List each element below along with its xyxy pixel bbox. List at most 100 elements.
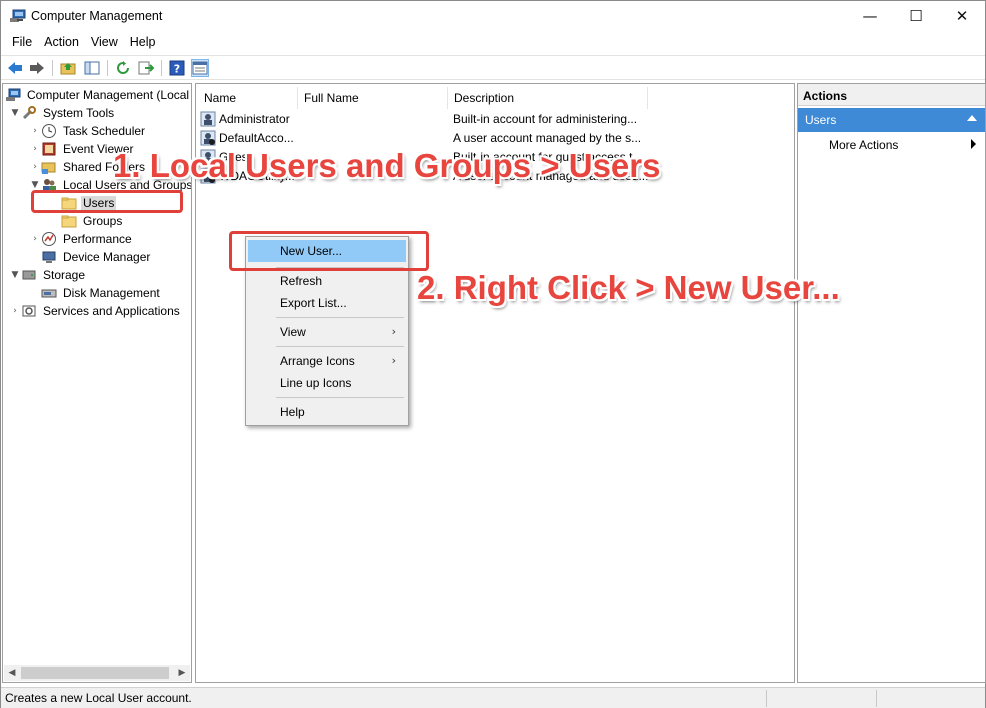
clock-icon	[41, 123, 57, 139]
menu-label: Line up Icons	[280, 376, 352, 390]
export-list-button[interactable]	[137, 59, 155, 77]
menu-label: Refresh	[280, 274, 323, 288]
tree-label: System Tools	[43, 106, 115, 120]
back-button[interactable]	[6, 59, 24, 77]
column-header-full-name[interactable]: Full Name	[298, 87, 448, 109]
show-hide-tree-button[interactable]	[83, 59, 101, 77]
computer-management-window: Computer Management — ☐ ✕ File Action Vi…	[0, 0, 986, 708]
tree-label: Groups	[83, 214, 123, 228]
close-icon: ✕	[955, 7, 969, 25]
tree-label: Performance	[63, 232, 132, 246]
tree-item-system-tools[interactable]: ▼ System Tools	[9, 104, 116, 122]
tree-item-performance[interactable]: › Performance	[29, 230, 134, 248]
tree-item-groups[interactable]: Groups	[61, 212, 124, 230]
tree-item-disk-management[interactable]: Disk Management	[41, 284, 162, 302]
tree-item-storage[interactable]: ▼ Storage	[9, 266, 87, 284]
back-icon	[8, 62, 22, 74]
scroll-right-icon[interactable]: ▶	[174, 665, 190, 681]
svg-text:?: ?	[174, 63, 180, 76]
performance-icon	[41, 231, 57, 247]
help-icon: ?	[169, 60, 185, 76]
user-name: Administrator	[219, 112, 290, 126]
menu-help[interactable]: Help	[124, 32, 162, 54]
menu-item-line-up-icons[interactable]: Line up Icons	[248, 372, 406, 394]
forward-button[interactable]	[28, 59, 46, 77]
refresh-icon	[117, 61, 129, 74]
minimize-button[interactable]: —	[847, 1, 893, 31]
scrollbar-thumb[interactable]	[21, 667, 169, 679]
column-header-description[interactable]: Description	[448, 87, 648, 109]
collapsed-arrow-icon[interactable]: ›	[29, 234, 41, 244]
maximize-icon: ☐	[909, 7, 923, 25]
tree-label: Services and Applications	[43, 304, 180, 318]
user-name: DefaultAcco...	[219, 131, 294, 145]
tree-item-task-scheduler[interactable]: › Task Scheduler	[29, 122, 147, 140]
user-icon	[200, 130, 216, 146]
refresh-button[interactable]	[114, 59, 132, 77]
menu-action[interactable]: Action	[38, 32, 85, 54]
expanded-arrow-icon[interactable]: ▼	[9, 108, 21, 118]
actions-pane: Actions Users More Actions	[797, 83, 986, 683]
menu-file[interactable]: File	[6, 32, 38, 54]
scroll-left-icon[interactable]: ◀	[4, 665, 20, 681]
forward-icon	[30, 62, 44, 74]
tree-label: Task Scheduler	[63, 124, 146, 138]
disk-icon	[41, 285, 57, 301]
shared-folder-icon	[41, 159, 57, 175]
up-folder-button[interactable]	[59, 59, 77, 77]
menu-label: View	[280, 325, 306, 339]
show-hide-tree-icon	[84, 61, 100, 75]
tree-label: Storage	[43, 268, 86, 282]
menu-bar: File Action View Help	[1, 32, 985, 54]
expanded-arrow-icon[interactable]: ▼	[29, 180, 41, 190]
title-bar: Computer Management — ☐ ✕	[1, 1, 985, 31]
services-icon	[21, 303, 37, 319]
annotation-box-users	[31, 190, 183, 213]
menu-label: Export List...	[280, 296, 347, 310]
menu-separator	[276, 346, 404, 347]
status-divider	[876, 690, 877, 707]
actions-section-users[interactable]: Users	[798, 108, 985, 132]
collapsed-arrow-icon[interactable]: ›	[29, 162, 41, 172]
menu-item-view[interactable]: View ›	[248, 321, 406, 343]
collapsed-arrow-icon[interactable]: ›	[29, 144, 41, 154]
collapsed-arrow-icon[interactable]: ›	[9, 306, 21, 316]
collapsed-arrow-icon[interactable]: ›	[29, 126, 41, 136]
close-button[interactable]: ✕	[939, 1, 985, 31]
menu-separator	[276, 317, 404, 318]
horizontal-scrollbar[interactable]: ◀ ▶	[4, 665, 190, 681]
expanded-arrow-icon[interactable]: ▼	[9, 270, 21, 280]
help-button[interactable]: ?	[168, 59, 186, 77]
actions-header: Actions	[798, 84, 985, 106]
device-manager-icon	[41, 249, 57, 265]
tree-item-computer-management[interactable]: Computer Management (Local	[5, 86, 191, 104]
minimize-icon: —	[862, 7, 878, 25]
computer-management-app-icon	[10, 9, 26, 22]
status-bar: Creates a new Local User account.	[1, 687, 985, 708]
menu-label: Help	[280, 405, 305, 419]
submenu-arrow-icon[interactable]	[971, 139, 976, 149]
list-item[interactable]: Administrator Built-in account for admin…	[196, 110, 794, 129]
tree-item-device-manager[interactable]: Device Manager	[41, 248, 152, 266]
properties-icon	[192, 61, 208, 75]
properties-button[interactable]	[191, 59, 209, 77]
menu-item-refresh[interactable]: Refresh	[248, 270, 406, 292]
folder-icon	[61, 213, 77, 229]
export-list-icon	[138, 61, 154, 75]
column-header-name[interactable]: Name	[198, 87, 298, 109]
tools-icon	[21, 105, 37, 121]
annotation-box-new-user	[229, 231, 429, 271]
more-actions-item[interactable]: More Actions	[829, 138, 898, 152]
menu-view[interactable]: View	[85, 32, 124, 54]
maximize-button[interactable]: ☐	[893, 1, 939, 31]
tree-label: Computer Management (Local	[27, 88, 190, 102]
submenu-arrow-icon: ›	[391, 354, 396, 367]
list-item[interactable]: DefaultAcco... A user account managed by…	[196, 129, 794, 148]
menu-item-arrange-icons[interactable]: Arrange Icons ›	[248, 350, 406, 372]
tree-item-services-applications[interactable]: › Services and Applications	[9, 302, 182, 320]
up-folder-icon	[60, 63, 76, 75]
menu-item-help[interactable]: Help	[248, 401, 406, 423]
menu-item-export-list[interactable]: Export List...	[248, 292, 406, 314]
annotation-step-1: 1. Local Users and Groups > Users	[113, 147, 661, 184]
collapse-up-icon[interactable]	[967, 115, 977, 121]
